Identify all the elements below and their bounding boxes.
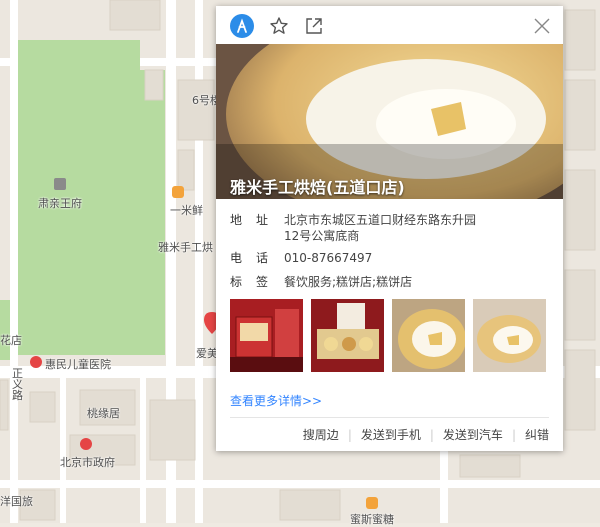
map-label-hospital[interactable]: 惠民儿童医院	[45, 356, 111, 372]
send-to-car-button[interactable]: 发送到汽车	[443, 428, 503, 442]
photo-thumbnail[interactable]	[392, 299, 465, 372]
map-label-misi[interactable]: 蜜斯蜜糖	[350, 511, 394, 527]
museum-icon[interactable]	[54, 178, 66, 190]
map-label-yimixian[interactable]: 一米鲜	[170, 202, 203, 218]
separator: |	[511, 428, 516, 442]
more-details-link[interactable]: 查看更多详情>>	[230, 392, 322, 409]
star-icon[interactable]	[268, 15, 290, 37]
share-icon[interactable]	[303, 15, 325, 37]
address-row: 地址 北京市东城区五道口财经东路东升园 12号公寓底商	[230, 212, 476, 243]
send-to-phone-button[interactable]: 发送到手机	[361, 428, 421, 442]
government-icon[interactable]	[80, 438, 92, 450]
card-toolbar	[216, 6, 563, 44]
divider	[230, 417, 549, 418]
phone-label: 电话	[230, 251, 283, 265]
address-label: 地址	[230, 213, 283, 227]
restaurant-icon[interactable]	[172, 186, 184, 198]
separator: |	[429, 428, 434, 442]
place-info-card: 雅米手工烘焙(五道口店) 地址 北京市东城区五道口财经东路东升园 12号公寓底商…	[216, 6, 563, 451]
address-line-1: 北京市东城区五道口财经东路东升园	[284, 213, 477, 227]
tags-row: 标签 餐饮服务;糕饼店;糕饼店	[230, 274, 412, 290]
map-label-yami[interactable]: 雅米手工烘	[158, 239, 213, 255]
map-label-government[interactable]: 北京市政府	[60, 454, 115, 470]
tags-label: 标签	[230, 275, 283, 289]
map-label-flower-shop[interactable]: 花店	[0, 332, 22, 348]
phone-value[interactable]: 010-87667497	[284, 250, 554, 266]
report-error-button[interactable]: 纠错	[525, 428, 549, 442]
separator: |	[347, 428, 352, 442]
photo-thumbnail[interactable]	[473, 299, 546, 372]
address-value: 北京市东城区五道口财经东路东升园 12号公寓底商	[284, 212, 554, 244]
restaurant-icon[interactable]	[366, 497, 378, 509]
phone-row: 电话 010-87667497	[230, 250, 372, 266]
map-label-travel-agency[interactable]: 洋国旅	[0, 493, 33, 509]
tags-value: 餐饮服务;糕饼店;糕饼店	[284, 275, 413, 289]
card-actions: 搜周边 | 发送到手机 | 发送到汽车 | 纠错	[303, 426, 549, 443]
close-icon[interactable]	[531, 15, 553, 37]
photo-thumbnail[interactable]	[230, 299, 303, 372]
address-line-2: 12号公寓底商	[284, 229, 360, 243]
photo-thumbnail[interactable]	[311, 299, 384, 372]
map-label-taoyuan[interactable]: 桃缘居	[87, 405, 120, 421]
place-title: 雅米手工烘焙(五道口店)	[230, 178, 405, 197]
map-label-aimei[interactable]: 爱美	[196, 345, 218, 361]
map-label-zhengyi-road: 正 义 路	[12, 367, 23, 402]
map-label-prince-mansion[interactable]: 肃亲王府	[38, 195, 82, 211]
hospital-icon[interactable]	[30, 356, 42, 368]
hero-photo[interactable]: 雅米手工烘焙(五道口店)	[216, 44, 563, 199]
route-logo-icon[interactable]	[230, 14, 254, 38]
search-nearby-button[interactable]: 搜周边	[303, 428, 339, 442]
